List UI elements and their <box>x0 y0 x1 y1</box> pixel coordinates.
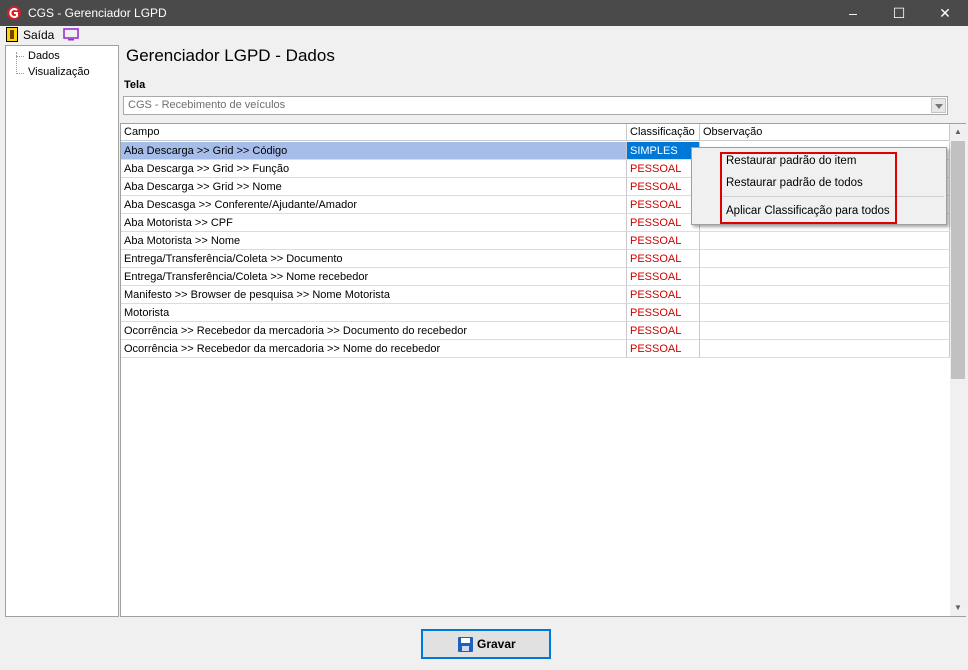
tree-item-visualizacao[interactable]: Visualização <box>28 66 90 78</box>
tela-select[interactable]: CGS - Recebimento de veículos <box>123 96 948 115</box>
scroll-up-icon[interactable]: ▲ <box>950 124 966 140</box>
cell-classificacao[interactable]: PESSOAL <box>627 340 700 358</box>
table-row[interactable]: Manifesto >> Browser de pesquisa >> Nome… <box>121 286 950 304</box>
table-row[interactable]: Entrega/Transferência/Coleta >> Document… <box>121 250 950 268</box>
tree-item-dados[interactable]: Dados <box>28 50 60 62</box>
annotation-highlight-box <box>720 152 897 224</box>
cell-campo[interactable]: Aba Descarga >> Grid >> Código <box>121 142 627 160</box>
cell-classificacao[interactable]: PESSOAL <box>627 304 700 322</box>
scroll-down-icon[interactable]: ▼ <box>950 600 966 616</box>
vertical-scrollbar[interactable]: ▲ ▼ <box>950 124 966 616</box>
table-row[interactable]: Aba Motorista >> Nome PESSOAL <box>121 232 950 250</box>
cell-observacao[interactable] <box>700 322 950 340</box>
cell-campo[interactable]: Aba Descarga >> Grid >> Função <box>121 160 627 178</box>
column-header-campo[interactable]: Campo <box>121 124 627 141</box>
cell-classificacao[interactable]: PESSOAL <box>627 196 700 214</box>
save-button[interactable]: Gravar <box>421 629 551 659</box>
cell-observacao[interactable] <box>700 340 950 358</box>
menu-bar: Saída <box>0 26 968 44</box>
table-row[interactable]: Entrega/Transferência/Coleta >> Nome rec… <box>121 268 950 286</box>
cell-campo[interactable]: Ocorrência >> Recebedor da mercadoria >>… <box>121 340 627 358</box>
navigation-tree: Dados Visualização <box>5 45 119 617</box>
cell-campo[interactable]: Entrega/Transferência/Coleta >> Document… <box>121 250 627 268</box>
column-header-observacao[interactable]: Observação <box>700 124 950 141</box>
cell-classificacao[interactable]: PESSOAL <box>627 178 700 196</box>
scroll-thumb[interactable] <box>951 141 965 379</box>
monitor-icon[interactable] <box>63 28 79 41</box>
cell-observacao[interactable] <box>700 250 950 268</box>
table-row[interactable]: Motorista PESSOAL <box>121 304 950 322</box>
maximize-button[interactable]: ☐ <box>876 0 922 26</box>
floppy-disk-icon <box>458 637 473 652</box>
column-header-classificacao[interactable]: Classificação <box>627 124 700 141</box>
close-button[interactable]: ✕ <box>922 0 968 26</box>
cell-campo[interactable]: Aba Descarga >> Grid >> Nome <box>121 178 627 196</box>
cell-classificacao[interactable]: PESSOAL <box>627 160 700 178</box>
cell-campo[interactable]: Ocorrência >> Recebedor da mercadoria >>… <box>121 322 627 340</box>
chevron-down-icon[interactable] <box>931 98 946 113</box>
grid-header: Campo Classificação Observação <box>121 124 950 141</box>
cell-classificacao[interactable]: SIMPLES <box>627 142 700 160</box>
tree-connector <box>16 73 24 74</box>
cell-campo[interactable]: Entrega/Transferência/Coleta >> Nome rec… <box>121 268 627 286</box>
cell-observacao[interactable] <box>700 232 950 250</box>
tela-select-value: CGS - Recebimento de veículos <box>128 99 286 111</box>
page-title: Gerenciador LGPD - Dados <box>126 46 335 65</box>
cell-campo[interactable]: Aba Motorista >> CPF <box>121 214 627 232</box>
table-row[interactable]: Ocorrência >> Recebedor da mercadoria >>… <box>121 340 950 358</box>
cell-observacao[interactable] <box>700 268 950 286</box>
tree-connector <box>16 56 24 57</box>
cell-campo[interactable]: Motorista <box>121 304 627 322</box>
table-row[interactable]: Ocorrência >> Recebedor da mercadoria >>… <box>121 322 950 340</box>
exit-door-icon[interactable] <box>6 27 18 42</box>
cell-campo[interactable]: Aba Motorista >> Nome <box>121 232 627 250</box>
cell-campo[interactable]: Aba Descasga >> Conferente/Ajudante/Amad… <box>121 196 627 214</box>
app-logo-icon <box>7 6 21 20</box>
cell-observacao[interactable] <box>700 286 950 304</box>
cell-classificacao[interactable]: PESSOAL <box>627 268 700 286</box>
save-button-label: Gravar <box>477 637 516 651</box>
exit-menu-item[interactable]: Saída <box>23 28 54 42</box>
cell-classificacao[interactable]: PESSOAL <box>627 214 700 232</box>
minimize-button[interactable]: ‒ <box>830 0 876 26</box>
cell-campo[interactable]: Manifesto >> Browser de pesquisa >> Nome… <box>121 286 627 304</box>
cell-classificacao[interactable]: PESSOAL <box>627 232 700 250</box>
cell-classificacao[interactable]: PESSOAL <box>627 322 700 340</box>
title-bar: CGS - Gerenciador LGPD ‒ ☐ ✕ <box>0 0 968 26</box>
cell-classificacao[interactable]: PESSOAL <box>627 250 700 268</box>
cell-classificacao[interactable]: PESSOAL <box>627 286 700 304</box>
window-title: CGS - Gerenciador LGPD <box>28 6 167 20</box>
cell-observacao[interactable] <box>700 304 950 322</box>
tela-label: Tela <box>124 79 146 91</box>
